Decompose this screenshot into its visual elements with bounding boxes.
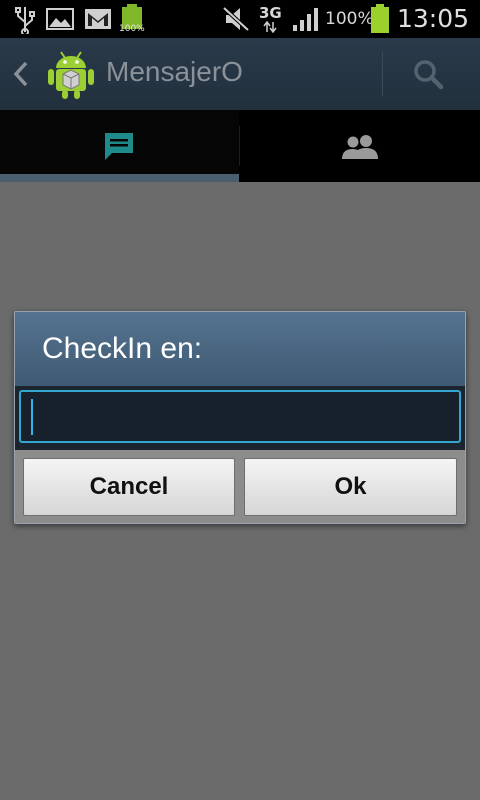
tab-bar — [0, 110, 480, 182]
dialog-button-panel: Cancel Ok — [15, 450, 465, 523]
text-caret — [31, 399, 33, 435]
people-icon — [342, 135, 378, 159]
up-chevron-icon[interactable] — [12, 60, 30, 88]
data-arrows-icon — [263, 21, 277, 33]
status-bar: 100% 3G 100% 13:05 — [0, 0, 480, 38]
battery-percent: 100% — [325, 9, 374, 29]
dialog-header: CheckIn en: — [15, 312, 465, 386]
app-title: MensajerO — [106, 56, 243, 87]
tab-messages[interactable] — [0, 110, 239, 182]
signal-icon — [293, 8, 318, 31]
checkin-dialog: CheckIn en: Cancel Ok — [14, 311, 466, 524]
usb-icon — [15, 7, 35, 34]
gmail-icon — [85, 9, 111, 29]
action-bar-divider — [382, 52, 383, 96]
tab-contacts[interactable] — [240, 110, 480, 182]
checkin-input[interactable] — [19, 390, 461, 443]
cancel-button[interactable]: Cancel — [23, 458, 235, 516]
battery-small-label: 100% — [119, 24, 145, 34]
mute-icon — [222, 6, 250, 32]
dialog-title: CheckIn en: — [42, 332, 203, 365]
battery-icon — [371, 4, 389, 33]
ok-button[interactable]: Ok — [244, 458, 457, 516]
tab-selected-indicator — [0, 174, 239, 182]
android-app-icon[interactable] — [46, 48, 96, 100]
network-type-label: 3G — [259, 4, 282, 22]
clock: 13:05 — [397, 4, 470, 33]
action-bar: MensajerO — [0, 38, 480, 110]
chat-icon — [105, 133, 133, 160]
image-icon — [46, 8, 74, 30]
search-icon[interactable] — [410, 56, 446, 92]
